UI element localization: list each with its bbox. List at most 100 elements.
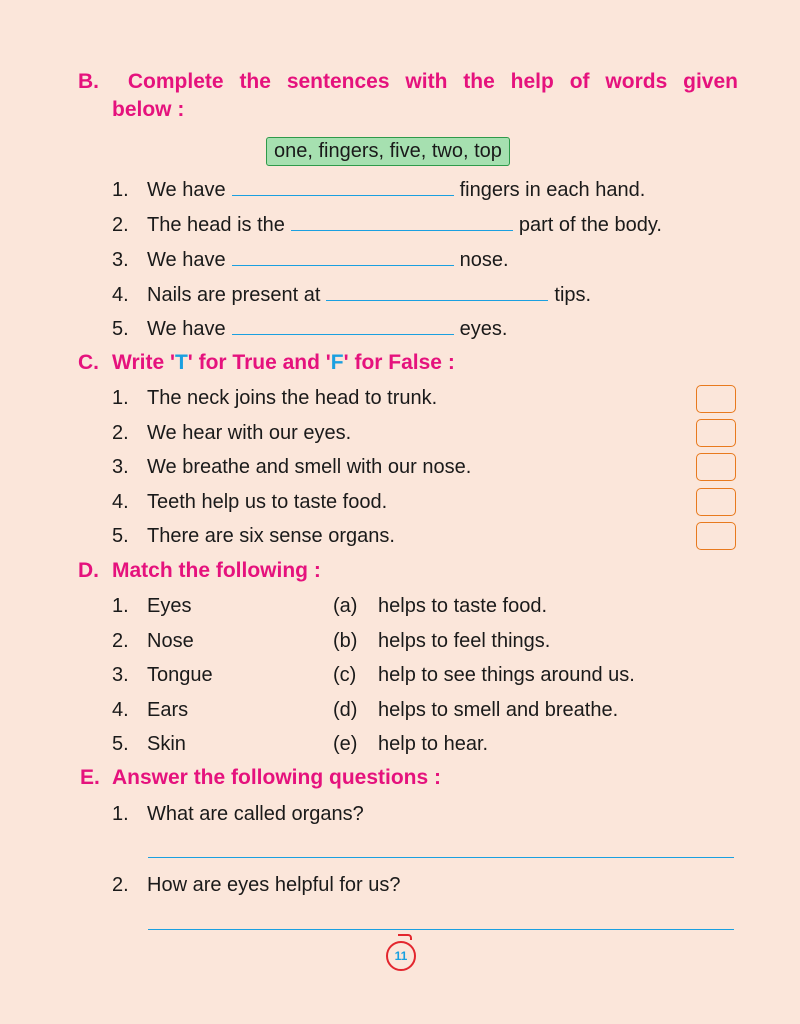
heading-false-letter: F	[330, 351, 344, 374]
match-right: help to see things around us.	[378, 664, 635, 686]
true-false-item: 3. We breathe and smell with our nose.	[112, 453, 471, 481]
word-bank-box: one, fingers, five, two, top	[266, 137, 510, 166]
answer-line[interactable]	[148, 857, 734, 858]
match-item: 3. Tongue (c) help to see things around u…	[112, 661, 732, 689]
match-left: Nose	[147, 630, 194, 652]
item-number: 2.	[112, 874, 129, 896]
item-number: 3.	[112, 664, 129, 686]
item-text-after: tips.	[554, 284, 592, 306]
item-number: 5.	[112, 733, 129, 755]
item-number: 2.	[112, 630, 129, 652]
match-left: Skin	[147, 733, 186, 755]
match-item: 4. Ears (d) helps to smell and breathe.	[112, 696, 732, 724]
heading-text: Answer the following questions :	[112, 766, 442, 789]
heading-text: Match the following :	[112, 559, 321, 582]
blank-line[interactable]	[290, 212, 513, 231]
heading-line2: below :	[112, 98, 185, 121]
fill-blank-item: 2. The head is the part of the body.	[112, 211, 662, 239]
section-letter: D.	[78, 559, 99, 582]
heading-word: given	[683, 70, 738, 93]
item-number: 4.	[112, 284, 129, 306]
item-text-after: part of the body.	[518, 214, 662, 236]
item-number: 4.	[112, 491, 129, 513]
heading-word: words	[605, 70, 668, 93]
item-text-before: We have	[147, 249, 226, 271]
heading-word: help	[510, 70, 554, 93]
blank-line[interactable]	[231, 247, 454, 266]
item-number: 1.	[112, 387, 129, 409]
answer-box[interactable]	[696, 385, 736, 413]
fill-blank-item: 4. Nails are present at tips.	[112, 281, 591, 309]
page-number-ornament	[398, 934, 412, 940]
item-number: 3.	[112, 456, 129, 478]
question-item: 2. How are eyes helpful for us?	[112, 871, 400, 899]
item-text: The neck joins the head to trunk.	[147, 387, 438, 409]
section-letter: E.	[80, 766, 100, 789]
true-false-item: 2. We hear with our eyes.	[112, 419, 351, 447]
heading-word: sentences	[286, 70, 390, 93]
item-text-before: We have	[147, 318, 226, 340]
blank-line[interactable]	[231, 177, 454, 196]
match-item: 1. Eyes (a) helps to taste food.	[112, 592, 732, 620]
item-number: 1.	[112, 595, 129, 617]
item-text-before: We have	[147, 179, 226, 201]
fill-blank-item: 3. We have nose.	[112, 246, 509, 274]
item-number: 1.	[112, 179, 129, 201]
heading-word: Complete	[127, 70, 224, 93]
item-text-after: fingers in each hand.	[459, 179, 646, 201]
match-left: Eyes	[147, 595, 192, 617]
match-right: helps to smell and breathe.	[378, 699, 619, 721]
item-text: We hear with our eyes.	[147, 422, 352, 444]
match-label: (d)	[333, 699, 358, 721]
heading-word: with	[405, 70, 448, 93]
item-text-before: Nails are present at	[147, 284, 321, 306]
heading-part: ' for True and '	[187, 351, 331, 374]
match-right: helps to feel things.	[378, 630, 551, 652]
match-item: 5. Skin (e) help to hear.	[112, 730, 732, 758]
item-number: 3.	[112, 249, 129, 271]
blank-line[interactable]	[231, 316, 454, 335]
match-left: Ears	[147, 699, 189, 721]
match-left: Tongue	[147, 664, 213, 686]
item-number: 5.	[112, 318, 129, 340]
section-c-heading: C. Write 'T' for True and 'F' for False :	[78, 351, 455, 375]
answer-box[interactable]	[696, 419, 736, 447]
answer-box[interactable]	[696, 453, 736, 481]
answer-box[interactable]	[696, 522, 736, 550]
heading-word: the	[239, 70, 271, 93]
item-number: 1.	[112, 803, 129, 825]
fill-blank-item: 1. We have fingers in each hand.	[112, 176, 645, 204]
item-number: 4.	[112, 699, 129, 721]
match-right: helps to taste food.	[378, 595, 548, 617]
blank-line[interactable]	[326, 282, 549, 301]
match-label: (b)	[333, 630, 358, 652]
item-text-before: The head is the	[147, 214, 285, 236]
true-false-item: 4. Teeth help us to taste food.	[112, 488, 387, 516]
item-text-after: eyes.	[459, 318, 508, 340]
question-text: How are eyes helpful for us?	[147, 874, 401, 896]
heading-part: ' for False :	[343, 351, 455, 374]
section-letter: B.	[78, 70, 99, 93]
heading-part: Write '	[112, 351, 175, 374]
item-text: Teeth help us to taste food.	[147, 491, 388, 513]
section-b-heading: B. Complete the sentences with the help …	[78, 70, 738, 122]
item-number: 2.	[112, 422, 129, 444]
item-text: There are six sense organs.	[147, 525, 395, 547]
match-label: (a)	[333, 595, 358, 617]
item-text: We breathe and smell with our nose.	[147, 456, 472, 478]
match-label: (e)	[333, 733, 358, 755]
true-false-item: 5. There are six sense organs.	[112, 522, 395, 550]
section-e-heading: E. Answer the following questions :	[80, 766, 441, 790]
item-number: 2.	[112, 214, 129, 236]
item-number: 5.	[112, 525, 129, 547]
answer-box[interactable]	[696, 488, 736, 516]
match-right: help to hear.	[378, 733, 489, 755]
match-label: (c)	[333, 664, 357, 686]
page-number: 11	[386, 941, 416, 971]
question-text: What are called organs?	[147, 803, 364, 825]
heading-word: the	[463, 70, 495, 93]
answer-line[interactable]	[148, 929, 734, 930]
true-false-item: 1. The neck joins the head to trunk.	[112, 384, 437, 412]
item-text-after: nose.	[459, 249, 509, 271]
match-item: 2. Nose (b) helps to feel things.	[112, 627, 732, 655]
